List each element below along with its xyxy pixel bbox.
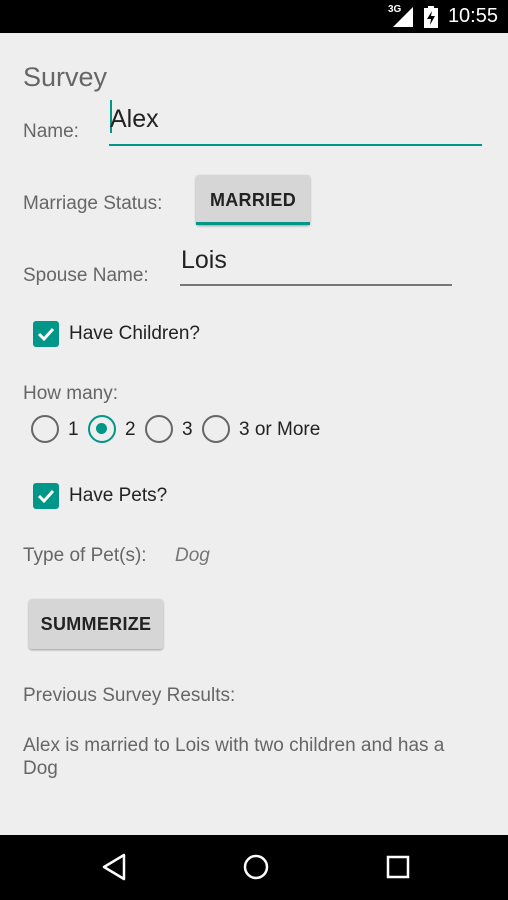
checkbox-checked-icon	[33, 321, 59, 347]
spouse-name-value: Lois	[181, 246, 227, 274]
signal-icon	[393, 7, 413, 27]
marriage-status-button-label: MARRIED	[209, 190, 297, 210]
page-title: Survey	[23, 62, 108, 92]
spouse-name-field[interactable]: Lois	[180, 239, 452, 287]
home-icon[interactable]	[242, 853, 270, 881]
recents-icon[interactable]	[385, 853, 411, 881]
battery-charging-icon	[424, 6, 438, 28]
summarize-button[interactable]: SUMMERIZE	[29, 599, 163, 649]
back-icon[interactable]	[101, 853, 127, 881]
radio-option-3[interactable]: 3	[145, 413, 197, 445]
name-value: Alex	[110, 105, 159, 133]
previous-results-text: Alex is married to Lois with two childre…	[23, 735, 445, 779]
name-underline	[109, 144, 482, 146]
have-pets-checkbox[interactable]: Have Pets?	[33, 481, 203, 511]
pet-type-label: Type of Pet(s):	[23, 545, 147, 566]
radio-unchecked-icon	[145, 415, 173, 443]
survey-screen: Survey Name: Alex Marriage Status: MARRI…	[1, 33, 508, 835]
navigation-bar	[0, 835, 508, 900]
previous-results-label: Previous Survey Results:	[23, 685, 236, 706]
name-label: Name:	[23, 121, 79, 142]
radio-unchecked-icon	[31, 415, 59, 443]
spouse-name-label: Spouse Name:	[23, 265, 149, 286]
checkbox-checked-icon	[33, 483, 59, 509]
marriage-status-button[interactable]: MARRIED	[196, 175, 310, 225]
spouse-name-underline	[180, 284, 452, 286]
radio-option-label: 1	[68, 419, 79, 440]
radio-option-label: 3 or More	[239, 419, 321, 440]
clock: 10:55	[447, 5, 498, 27]
marriage-status-label: Marriage Status:	[23, 193, 163, 214]
have-children-checkbox[interactable]: Have Children?	[33, 319, 223, 349]
have-children-label: Have Children?	[69, 323, 200, 344]
radio-option-1[interactable]: 1	[31, 413, 83, 445]
children-count-radio-group: 1 2 3 3 or More	[31, 413, 331, 445]
radio-option-label: 2	[125, 419, 136, 440]
marriage-status-indicator	[196, 222, 310, 225]
how-many-label: How many:	[23, 383, 119, 404]
have-pets-label: Have Pets?	[69, 485, 168, 506]
radio-checked-icon	[88, 415, 116, 443]
radio-option-label: 3	[182, 419, 193, 440]
radio-option-2[interactable]: 2	[88, 413, 140, 445]
radio-option-3-or-more[interactable]: 3 or More	[202, 413, 327, 445]
status-bar: 3G 10:55	[0, 0, 508, 33]
pet-type-value: Dog	[175, 545, 210, 566]
radio-unchecked-icon	[202, 415, 230, 443]
name-field[interactable]: Alex	[109, 97, 482, 147]
